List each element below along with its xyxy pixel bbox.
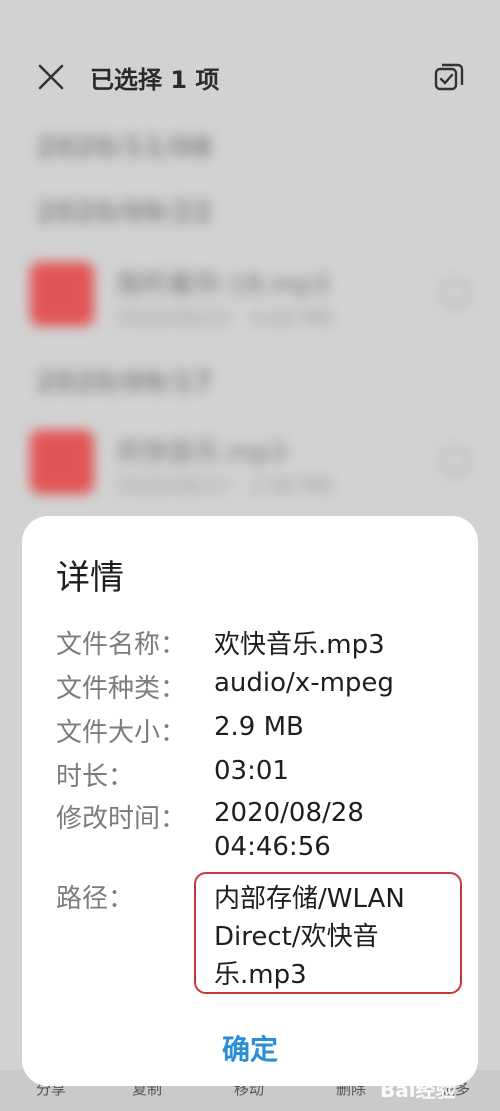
- file-name-label: 文件名称：: [56, 630, 187, 660]
- modified-time-label: 修改时间：: [56, 804, 187, 834]
- duration-label: 时长：: [56, 762, 135, 792]
- duration-value: 03:01: [214, 756, 289, 786]
- file-type-value: audio/x-mpeg: [214, 668, 394, 698]
- file-name: 欢快音乐.mp3: [116, 438, 287, 468]
- page-title: 已选择 1 项: [90, 66, 220, 94]
- dialog-title: 详情: [56, 558, 124, 598]
- date-header: 2020/09/17: [36, 365, 213, 398]
- select-all-icon[interactable]: [433, 62, 465, 94]
- checkbox[interactable]: [440, 278, 470, 308]
- watermark: Bai经验: [380, 1078, 456, 1102]
- date-header: 2020/11/08: [36, 130, 213, 163]
- modified-time-value: 04:46:56: [214, 832, 331, 862]
- checkbox[interactable]: [440, 446, 470, 476]
- close-icon[interactable]: [36, 62, 66, 92]
- file-name: 我听着你-18.mp3: [116, 270, 330, 300]
- path-label: 路径：: [56, 884, 135, 914]
- file-size-value: 2.9 MB: [214, 712, 304, 742]
- music-file-icon: [30, 262, 94, 326]
- file-type-label: 文件种类：: [56, 674, 187, 704]
- file-name-value: 欢快音乐.mp3: [214, 630, 385, 660]
- file-meta: 2020/09/22 · 4.60 MB: [116, 306, 333, 330]
- date-header: 2020/09/22: [36, 195, 213, 228]
- path-value-line: 乐.mp3: [214, 960, 307, 990]
- music-file-icon: [30, 430, 94, 494]
- modified-date-value: 2020/08/28: [214, 798, 364, 828]
- file-meta: 2020/08/17 · 2.90 MB: [116, 474, 333, 498]
- list-item[interactable]: 我听着你-18.mp3 2020/09/22 · 4.60 MB: [30, 262, 470, 342]
- path-value-line: 内部存储/WLAN: [214, 884, 405, 914]
- list-item[interactable]: 欢快音乐.mp3 2020/08/17 · 2.90 MB: [30, 430, 470, 510]
- ok-button[interactable]: 确定: [22, 1028, 478, 1068]
- file-size-label: 文件大小：: [56, 718, 187, 748]
- path-value-line: Direct/欢快音: [214, 922, 379, 952]
- top-bar: 已选择 1 项: [0, 40, 500, 112]
- details-dialog: 详情 文件名称： 欢快音乐.mp3 文件种类： audio/x-mpeg 文件大…: [22, 516, 478, 1086]
